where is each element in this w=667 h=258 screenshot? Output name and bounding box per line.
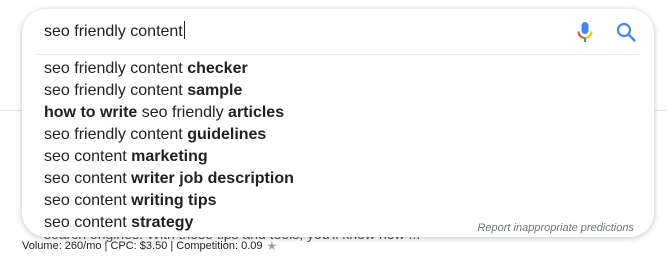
- suggestion-completion: writing tips: [131, 192, 217, 209]
- search-autocomplete-panel: seo friendly content seo friendly conten…: [22, 9, 654, 237]
- suggestion-item[interactable]: seo content writer job description: [22, 168, 654, 190]
- suggestion-item[interactable]: seo friendly content sample: [22, 80, 654, 102]
- star-icon[interactable]: ★: [267, 240, 279, 252]
- suggestion-query-text: seo content: [44, 148, 132, 165]
- report-predictions-link[interactable]: Report inappropriate predictions: [477, 222, 634, 234]
- suggestion-query-text: seo content: [44, 192, 132, 209]
- search-input[interactable]: seo friendly content: [44, 21, 185, 43]
- suggestion-completion: writer job description: [131, 170, 294, 187]
- suggestion-item[interactable]: seo friendly content guidelines: [22, 124, 654, 146]
- search-input-text: seo friendly content: [44, 23, 183, 40]
- google-search-page: search engines. With these tips and tool…: [0, 0, 667, 258]
- suggestion-completion: articles: [228, 104, 285, 121]
- suggestion-query-text: seo friendly content: [44, 82, 188, 99]
- search-box[interactable]: seo friendly content: [22, 9, 654, 53]
- suggestion-item[interactable]: how to write seo friendly articles: [22, 102, 654, 124]
- suggestion-item[interactable]: seo content writing tips: [22, 190, 654, 212]
- suggestion-query-text: seo friendly content: [44, 126, 188, 143]
- microphone-icon[interactable]: [575, 21, 595, 43]
- search-icon[interactable]: [615, 21, 637, 43]
- suggestion-completion: checker: [187, 60, 248, 77]
- suggestion-query-text: seo content: [44, 214, 132, 231]
- suggestion-query-text: seo content: [44, 170, 132, 187]
- suggestion-completion: marketing: [131, 148, 208, 165]
- suggestion-item[interactable]: seo content marketing: [22, 146, 654, 168]
- suggestion-completion: strategy: [131, 214, 194, 231]
- suggestion-query-text: seo friendly: [137, 104, 229, 121]
- keyword-metrics-text: Volume: 260/mo | CPC: $3.50 | Competitio…: [22, 240, 263, 252]
- keyword-metrics: Volume: 260/mo | CPC: $3.50 | Competitio…: [22, 240, 279, 252]
- suggestion-completion: how to write: [44, 104, 138, 121]
- suggestion-completion: guidelines: [187, 126, 267, 143]
- suggestion-item[interactable]: seo friendly content checker: [22, 58, 654, 80]
- suggestion-completion: sample: [187, 82, 243, 99]
- suggestion-query-text: seo friendly content: [44, 60, 188, 77]
- suggestion-list: seo friendly content checker seo friendly…: [22, 58, 654, 234]
- text-caret: [183, 21, 185, 39]
- search-divider: [36, 54, 640, 55]
